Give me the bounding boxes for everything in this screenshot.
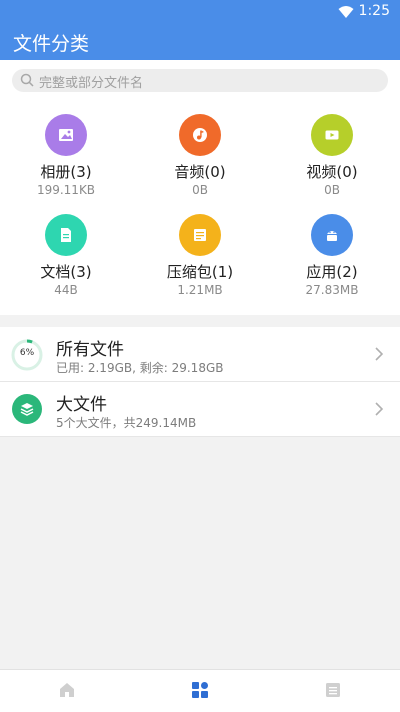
category-size: 0B [324,183,340,197]
all-files-title: 所有文件 [56,340,124,360]
grid-icon[interactable] [191,681,209,699]
category-size: 1.21MB [177,283,223,297]
music-icon [193,128,207,142]
file-list: 6% 所有文件 已用: 2.19GB, 剩余: 29.18GB 大文件 5个大文… [0,327,400,437]
storage-percent: 6% [19,348,35,358]
image-icon [59,129,73,141]
video-circle [311,114,353,156]
page-title: 文件分类 [13,33,90,55]
category-size: 44B [54,283,78,297]
category-audio[interactable]: 音频(0) 0B [140,114,260,197]
category-name: 文档(3) [40,263,92,281]
category-name: 压缩包(1) [166,263,234,281]
status-time: 1:25 [358,3,390,19]
chevron-right-icon [375,402,384,416]
category-card: 完整或部分文件名 相册(3) 199.11KB 音频(0) 0B 视频(0) 0… [0,60,400,315]
category-video[interactable]: 视频(0) 0B [272,114,392,197]
photos-circle [45,114,87,156]
category-name: 相册(3) [40,163,92,181]
large-files-title: 大文件 [56,395,107,415]
large-files-subtitle: 5个大文件，共249.14MB [56,416,197,430]
list-icon[interactable] [324,681,342,699]
category-archives[interactable]: 压缩包(1) 1.21MB [140,214,260,297]
search-placeholder: 完整或部分文件名 [39,76,144,91]
archive-icon [194,229,206,241]
category-documents[interactable]: 文档(3) 44B [6,214,126,297]
large-files-row[interactable]: 大文件 5个大文件，共249.14MB [0,382,400,437]
all-files-row[interactable]: 6% 所有文件 已用: 2.19GB, 剩余: 29.18GB [0,327,400,382]
category-photos[interactable]: 相册(3) 199.11KB [6,114,126,197]
home-icon[interactable] [58,681,76,699]
storage-progress-ring: 6% [11,339,43,371]
category-name: 音频(0) [174,163,226,181]
wifi-icon [338,6,354,18]
document-icon [61,228,71,242]
category-size: 0B [192,183,208,197]
audio-circle [179,114,221,156]
video-icon [325,130,339,140]
category-size: 27.83MB [305,283,359,297]
search-input[interactable]: 完整或部分文件名 [12,69,388,92]
apps-circle [311,214,353,256]
app-bar: 文件分类 [0,24,400,60]
chevron-right-icon [375,347,384,361]
category-size: 199.11KB [36,183,96,197]
category-name: 视频(0) [306,163,358,181]
category-name: 应用(2) [306,263,358,281]
archives-circle [179,214,221,256]
search-icon [20,73,34,87]
android-icon [327,231,337,241]
layers-icon [12,394,42,424]
category-apps[interactable]: 应用(2) 27.83MB [272,214,392,297]
all-files-subtitle: 已用: 2.19GB, 剩余: 29.18GB [56,361,224,375]
status-bar: 1:25 [0,0,400,24]
bottom-nav [0,669,400,712]
documents-circle [45,214,87,256]
